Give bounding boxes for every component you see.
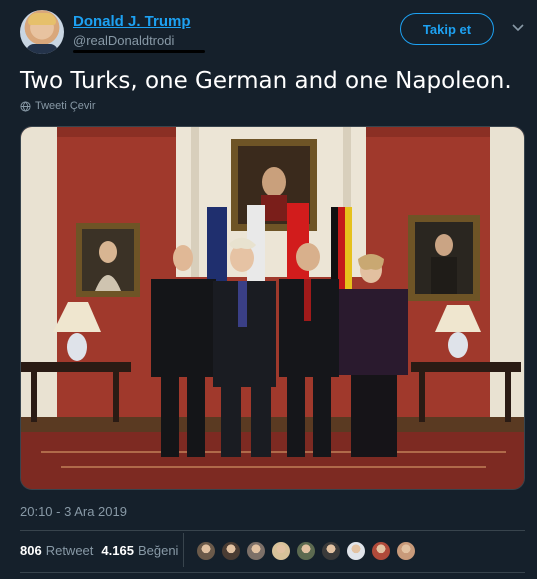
liker-avatar[interactable] bbox=[245, 540, 267, 562]
follow-button[interactable]: Takip et bbox=[400, 13, 494, 45]
author-handle[interactable]: @realDonaldtrodi bbox=[73, 33, 174, 48]
likes-stat[interactable]: 4.165 Beğeni bbox=[101, 543, 178, 558]
chevron-down-icon[interactable] bbox=[510, 20, 526, 36]
liker-avatar[interactable] bbox=[295, 540, 317, 562]
liker-avatars bbox=[195, 540, 417, 562]
likes-label: Beğeni bbox=[137, 543, 179, 558]
retweets-label: Retweet bbox=[45, 543, 94, 558]
liker-avatar[interactable] bbox=[270, 540, 292, 562]
liker-avatar[interactable] bbox=[220, 540, 242, 562]
author-name[interactable]: Donald J. Trump bbox=[73, 13, 191, 30]
divider-top bbox=[20, 530, 525, 531]
tweet-text: Two Turks, one German and one Napoleon. bbox=[20, 68, 512, 94]
retweets-stat[interactable]: 806 Retweet bbox=[20, 543, 93, 558]
photo-illustration bbox=[21, 127, 524, 489]
tweet-timestamp[interactable]: 20:10 - 3 Ara 2019 bbox=[20, 504, 127, 519]
likes-count: 4.165 bbox=[101, 543, 134, 558]
liker-avatar[interactable] bbox=[345, 540, 367, 562]
engagement-stats: 806 Retweet 4.165 Beğeni bbox=[20, 543, 186, 558]
stats-divider bbox=[183, 533, 184, 567]
translate-tweet-link[interactable]: Tweeti Çevir bbox=[20, 100, 96, 112]
redaction-bar bbox=[73, 50, 205, 53]
liker-avatar[interactable] bbox=[195, 540, 217, 562]
author-avatar[interactable] bbox=[20, 10, 64, 54]
globe-icon bbox=[20, 100, 31, 112]
liker-avatar[interactable] bbox=[395, 540, 417, 562]
tweet-header: Donald J. Trump @realDonaldtrodi Takip e… bbox=[20, 10, 525, 60]
liker-avatar[interactable] bbox=[320, 540, 342, 562]
translate-label: Tweeti Çevir bbox=[35, 100, 96, 112]
retweets-count: 806 bbox=[20, 543, 42, 558]
liker-avatar[interactable] bbox=[370, 540, 392, 562]
divider-bottom bbox=[20, 572, 525, 573]
tweet-photo[interactable] bbox=[20, 126, 525, 490]
